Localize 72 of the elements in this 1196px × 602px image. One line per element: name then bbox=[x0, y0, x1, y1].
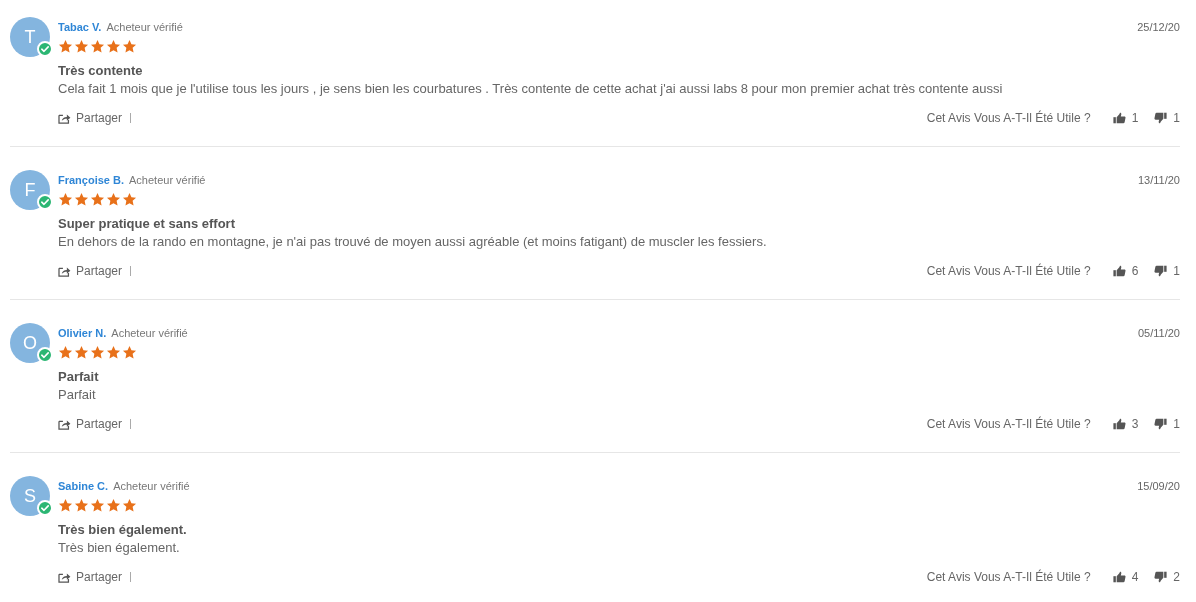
thumbs-up-icon bbox=[1112, 112, 1126, 124]
star-icon bbox=[90, 192, 105, 207]
verified-buyer-label: Acheteur vérifié bbox=[113, 479, 190, 493]
helpful-question: Cet Avis Vous A-T-Il Été Utile ? bbox=[926, 111, 1091, 125]
review-date: 15/09/20 bbox=[1137, 479, 1180, 493]
star-icon bbox=[58, 39, 73, 54]
review-title: Très contente bbox=[58, 62, 144, 80]
star-icon bbox=[122, 498, 137, 513]
like-button[interactable]: 3 bbox=[1112, 417, 1139, 431]
thumbs-down-icon bbox=[1154, 112, 1168, 124]
helpful-question: Cet Avis Vous A-T-Il Été Utile ? bbox=[926, 570, 1091, 584]
share-button[interactable]: Partager bbox=[58, 570, 123, 584]
star-icon bbox=[122, 192, 137, 207]
star-icon bbox=[122, 39, 137, 54]
star-icon bbox=[58, 345, 73, 360]
dislike-button[interactable]: 1 bbox=[1154, 264, 1180, 278]
share-icon bbox=[58, 265, 71, 277]
share-button[interactable]: Partager bbox=[58, 417, 123, 431]
star-icon bbox=[106, 498, 121, 513]
reviewer-name: Françoise B. bbox=[58, 173, 125, 187]
star-icon bbox=[90, 39, 105, 54]
review-text: Cela fait 1 mois que je l'utilise tous les jours , je sens bien les courbatures . Très contente de cette achat j'ai aussi labs 8 pour mon premier achat très contente aussi bbox=[58, 80, 1004, 98]
star-icon bbox=[122, 345, 137, 360]
review-text: En dehors de la rando en montagne, je n'ai pas trouvé de moyen aussi agréable (et moins fatigant) de muscler les fessiers. bbox=[58, 233, 768, 251]
review-date: 13/11/20 bbox=[1138, 173, 1180, 187]
dislike-button[interactable]: 1 bbox=[1154, 417, 1180, 431]
dislike-button[interactable]: 2 bbox=[1154, 570, 1180, 584]
helpful-question: Cet Avis Vous A-T-Il Été Utile ? bbox=[926, 264, 1091, 278]
share-button[interactable]: Partager bbox=[58, 111, 123, 125]
reviewer-name: Tabac V. bbox=[58, 20, 102, 34]
star-icon bbox=[74, 192, 89, 207]
star-icon bbox=[106, 192, 121, 207]
star-icon bbox=[74, 498, 89, 513]
verified-buyer-label: Acheteur vérifié bbox=[111, 326, 188, 340]
avatar-circle: S bbox=[10, 476, 50, 516]
star-icon bbox=[106, 345, 121, 360]
share-icon bbox=[58, 112, 71, 124]
dislike-button[interactable]: 1 bbox=[1154, 111, 1180, 125]
review-date: 25/12/20 bbox=[1137, 20, 1180, 34]
review-title: Très bien également. bbox=[58, 521, 188, 539]
reviewer-name: Olivier N. bbox=[58, 326, 107, 340]
star-icon bbox=[74, 39, 89, 54]
share-button[interactable]: Partager bbox=[58, 264, 123, 278]
review-date: 05/11/20 bbox=[1138, 326, 1180, 340]
avatar-circle: T bbox=[10, 17, 50, 57]
thumbs-down-icon bbox=[1154, 571, 1168, 583]
share-icon bbox=[58, 418, 71, 430]
like-button[interactable]: 1 bbox=[1112, 111, 1139, 125]
review-title: Super pratique et sans effort bbox=[58, 215, 236, 233]
thumbs-down-icon bbox=[1154, 418, 1168, 430]
review-text: Parfait bbox=[58, 386, 97, 404]
star-icon bbox=[106, 39, 121, 54]
verified-buyer-label: Acheteur vérifié bbox=[106, 20, 183, 34]
star-icon bbox=[74, 345, 89, 360]
star-icon bbox=[90, 345, 105, 360]
review-title: Parfait bbox=[58, 368, 100, 386]
star-icon bbox=[58, 498, 73, 513]
star-icon bbox=[58, 192, 73, 207]
thumbs-up-icon bbox=[1112, 571, 1126, 583]
avatar-circle: O bbox=[10, 323, 50, 363]
thumbs-up-icon bbox=[1112, 265, 1126, 277]
avatar-circle: F bbox=[10, 170, 50, 210]
review-text: Très bien également. bbox=[58, 539, 181, 557]
reviewer-name: Sabine C. bbox=[58, 479, 109, 493]
helpful-question: Cet Avis Vous A-T-Il Été Utile ? bbox=[926, 417, 1091, 431]
like-button[interactable]: 4 bbox=[1112, 570, 1139, 584]
thumbs-down-icon bbox=[1154, 265, 1168, 277]
star-icon bbox=[90, 498, 105, 513]
like-button[interactable]: 6 bbox=[1112, 264, 1139, 278]
share-icon bbox=[58, 571, 71, 583]
thumbs-up-icon bbox=[1112, 418, 1126, 430]
verified-buyer-label: Acheteur vérifié bbox=[129, 173, 206, 187]
